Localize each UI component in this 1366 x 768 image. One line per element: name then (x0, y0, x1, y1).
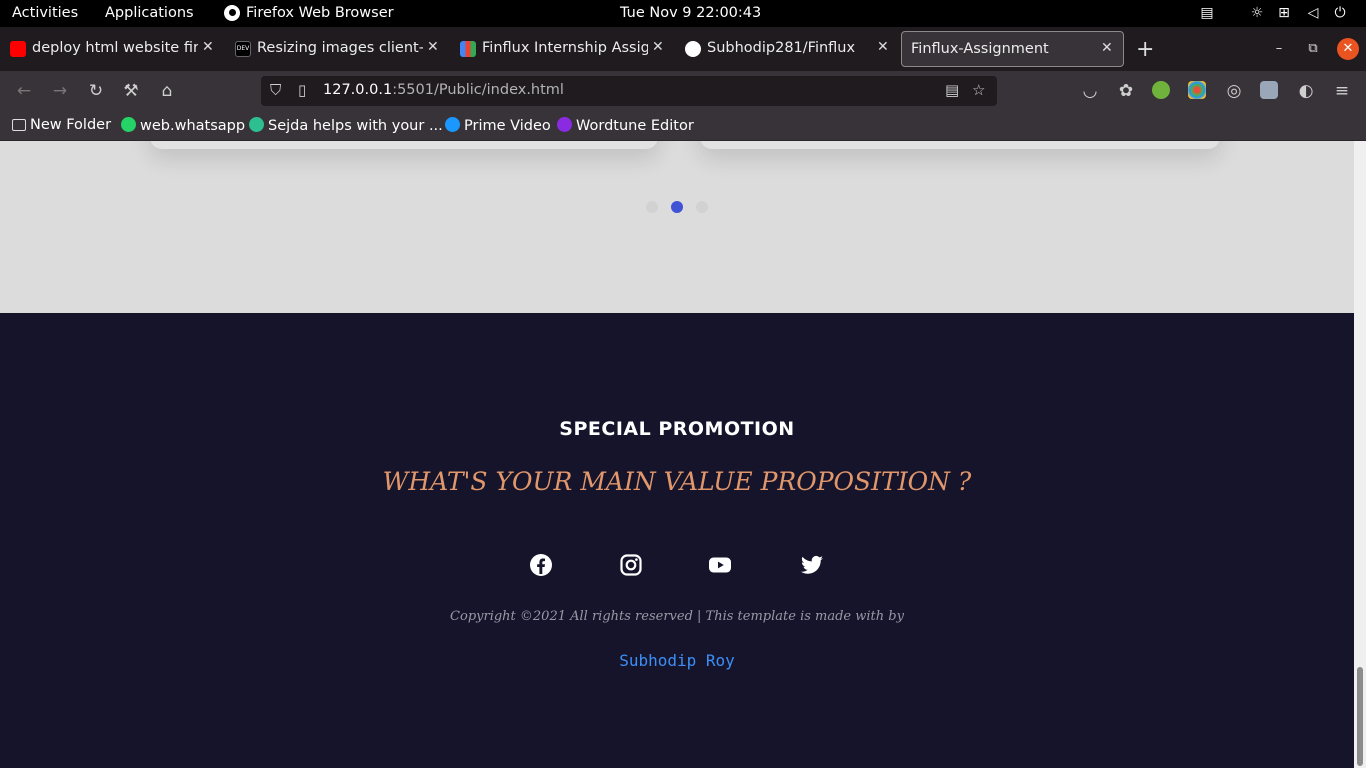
brightness-icon[interactable]: ☼ (1248, 4, 1266, 22)
carousel-dot[interactable] (671, 201, 683, 213)
navigation-toolbar: ← → ↻ ⚒ ⌂ ⛉ ▯ 127.0.0.1:5501/Public/inde… (0, 71, 1366, 111)
sejda-icon (249, 117, 264, 132)
pocket-icon[interactable]: ◡ (1079, 80, 1101, 102)
tab-title: Finflux Internship Assignment (482, 40, 648, 56)
bookmark-label: Prime Video (464, 118, 551, 134)
footer: SPECIAL PROMOTION WHAT'S YOUR MAIN VALUE… (0, 313, 1354, 768)
author-link[interactable]: Subhodip Roy (0, 651, 1354, 670)
carousel-card (150, 141, 658, 149)
bookmark-wordtune[interactable]: Wordtune Editor (557, 117, 694, 134)
facebook-icon[interactable] (529, 553, 553, 577)
menu-icon[interactable]: ≡ (1331, 80, 1353, 102)
bookmark-star-icon[interactable]: ☆ (972, 81, 985, 99)
youtube-icon[interactable] (708, 553, 732, 577)
minimize-button[interactable]: – (1268, 38, 1290, 60)
clock[interactable]: Tue Nov 9 22:00:43 (620, 5, 761, 21)
bookmark-label: New Folder (30, 117, 112, 133)
close-tab-icon[interactable]: ✕ (427, 39, 439, 55)
new-tab-button[interactable]: + (1136, 37, 1154, 62)
screen-icon[interactable] (1260, 81, 1278, 99)
github-icon (685, 41, 701, 57)
url-text[interactable]: 127.0.0.1:5501/Public/index.html (323, 82, 564, 98)
testimonial-carousel (0, 141, 1354, 313)
dev-icon: DEV (235, 41, 251, 57)
reader-view-icon[interactable]: ▤ (945, 81, 959, 99)
prime-video-icon (445, 117, 460, 132)
forward-button[interactable]: → (49, 80, 71, 102)
shield-icon[interactable]: ⛉ (270, 81, 281, 99)
maximize-button[interactable]: ⧉ (1302, 38, 1324, 60)
bookmark-label: Wordtune Editor (576, 118, 694, 134)
close-tab-icon[interactable]: ✕ (1101, 40, 1113, 56)
carousel-dot[interactable] (646, 201, 658, 213)
clipboard-icon[interactable]: ▤ (1198, 4, 1216, 22)
tab-deploy-html[interactable]: deploy html website firebase ✕ (0, 31, 218, 67)
bookmark-whatsapp[interactable]: web.whatsapp (121, 117, 245, 134)
firefox-icon (224, 5, 240, 21)
bookmark-label: Sejda helps with your ... (268, 118, 443, 134)
url-host: 127.0.0.1 (323, 82, 393, 98)
system-top-bar: Activities Applications Firefox Web Brow… (0, 0, 1366, 27)
web-page: SPECIAL PROMOTION WHAT'S YOUR MAIN VALUE… (0, 141, 1354, 768)
copyright-text: Copyright ©2021 All rights reserved | Th… (450, 609, 904, 624)
tab-title: Subhodip281/Finflux (707, 40, 856, 56)
wrench-icon[interactable]: ⚒ (120, 80, 142, 102)
add-extension-icon[interactable] (1152, 81, 1170, 99)
app-menu-label[interactable]: Firefox Web Browser (246, 5, 394, 21)
page-scrollbar[interactable] (1354, 141, 1366, 768)
tab-github-finflux[interactable]: Subhodip281/Finflux ✕ (675, 31, 893, 67)
sync-extension-icon[interactable]: ◐ (1295, 80, 1317, 102)
volume-icon[interactable]: ◁ (1304, 4, 1322, 22)
twitter-icon[interactable] (800, 553, 824, 577)
bookmark-label: web.whatsapp (140, 118, 246, 134)
home-button[interactable]: ⌂ (156, 80, 178, 102)
gnome-extension-icon[interactable]: ✿ (1115, 80, 1137, 102)
gmail-icon (460, 41, 476, 57)
scrollbar-thumb[interactable] (1357, 667, 1363, 766)
bookmark-prime-video[interactable]: Prime Video (445, 117, 551, 134)
instagram-icon[interactable] (619, 553, 643, 577)
youtube-icon (10, 41, 26, 57)
bookmark-new-folder[interactable]: New Folder (12, 117, 111, 133)
activities-button[interactable]: Activities (12, 5, 78, 21)
close-tab-icon[interactable]: ✕ (652, 39, 664, 55)
page-info-icon[interactable]: ▯ (298, 81, 306, 99)
tab-finflux-assignment[interactable]: Finflux-Assignment ✕ (901, 31, 1124, 67)
close-tab-icon[interactable]: ✕ (202, 39, 214, 55)
wordtune-icon (557, 117, 572, 132)
network-icon[interactable]: ⊞ (1275, 4, 1293, 22)
apps-grid-icon[interactable] (1188, 81, 1206, 99)
url-path: :5501/Public/index.html (392, 82, 564, 98)
value-proposition-heading: WHAT'S YOUR MAIN VALUE PROPOSITION ? (382, 467, 972, 496)
bookmarks-toolbar: New Folder web.whatsapp Sejda helps with… (0, 111, 1366, 141)
tab-strip: deploy html website firebase ✕ DEV Resiz… (0, 27, 1366, 71)
carousel-card (700, 141, 1220, 149)
cookie-icon[interactable]: ◎ (1223, 80, 1245, 102)
folder-icon (12, 119, 26, 131)
bookmark-sejda[interactable]: Sejda helps with your ... (249, 117, 443, 134)
reload-button[interactable]: ↻ (85, 80, 107, 102)
window-close-button[interactable]: ✕ (1337, 38, 1359, 60)
tab-resizing-images[interactable]: DEV Resizing images client-side ✕ (225, 31, 443, 67)
applications-menu[interactable]: Applications (105, 5, 194, 21)
promotion-title: SPECIAL PROMOTION (559, 418, 795, 440)
tab-finflux-internship[interactable]: Finflux Internship Assignment ✕ (450, 31, 668, 67)
address-bar[interactable]: ⛉ ▯ 127.0.0.1:5501/Public/index.html ▤ ☆ (261, 76, 997, 106)
tab-title: deploy html website firebase (32, 40, 198, 56)
carousel-dot[interactable] (696, 201, 708, 213)
back-button[interactable]: ← (13, 80, 35, 102)
close-tab-icon[interactable]: ✕ (877, 39, 889, 55)
tab-title: Resizing images client-side (257, 40, 423, 56)
whatsapp-icon (121, 117, 136, 132)
power-icon[interactable]: ⏻ (1331, 4, 1349, 22)
tab-title: Finflux-Assignment (911, 41, 1049, 57)
